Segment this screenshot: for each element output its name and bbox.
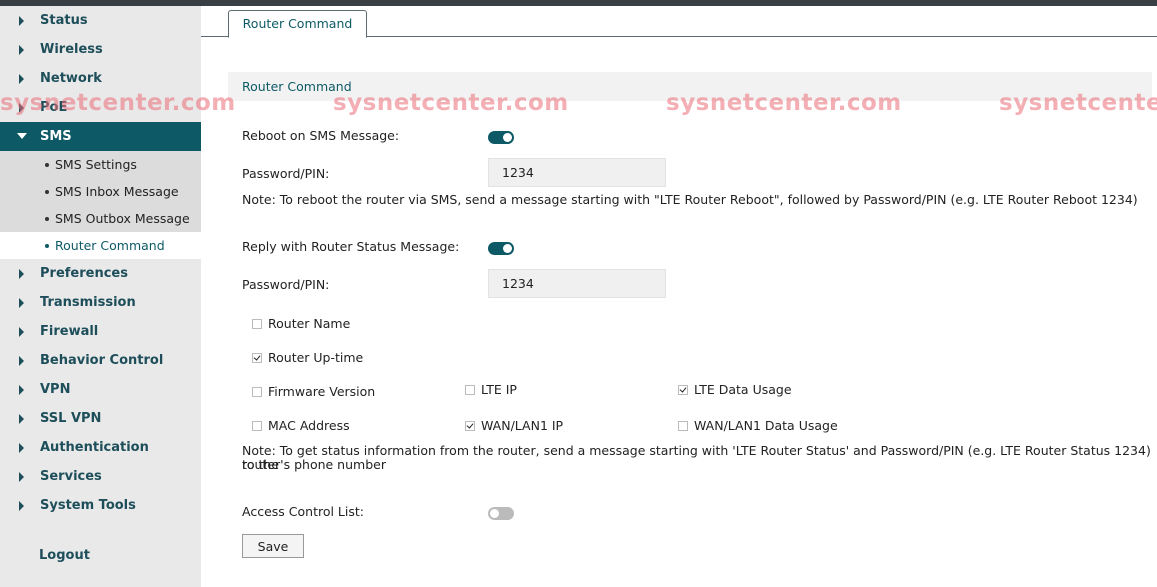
reboot-pin-label: Password/PIN: — [242, 166, 330, 181]
checkbox-label: WAN/LAN1 IP — [481, 418, 564, 433]
chevron-right-icon — [19, 356, 24, 366]
status-reply-label: Reply with Router Status Message: — [242, 239, 460, 254]
chevron-right-icon — [19, 269, 24, 279]
tab-bar: Router Command — [201, 6, 1157, 38]
sidebar-subitem-label: SMS Outbox Message — [55, 211, 190, 226]
checkbox-unchecked-icon — [252, 420, 262, 431]
chevron-right-icon — [19, 74, 24, 84]
chevron-right-icon — [19, 443, 24, 453]
wan-lan1-ip-checkbox[interactable]: WAN/LAN1 IP — [465, 418, 563, 433]
status-pin-label: Password/PIN: — [242, 277, 330, 292]
acl-label: Access Control List: — [242, 504, 364, 519]
sidebar-item-label: PoE — [40, 100, 68, 115]
reboot-pin-input[interactable] — [488, 158, 666, 187]
sidebar-subitem-label: Router Command — [55, 238, 165, 253]
router-uptime-checkbox[interactable]: Router Up-time — [252, 350, 363, 365]
checkbox-label: LTE Data Usage — [694, 382, 792, 397]
save-button[interactable]: Save — [242, 534, 304, 558]
chevron-right-icon — [19, 103, 24, 113]
section-title: Router Command — [228, 72, 1152, 101]
status-reply-toggle[interactable] — [488, 242, 514, 255]
sidebar-item-firewall[interactable]: Firewall — [0, 317, 201, 346]
checkbox-label: MAC Address — [268, 418, 350, 433]
sidebar-item-services[interactable]: Services — [0, 462, 201, 491]
toggle-knob — [503, 244, 512, 253]
sidebar-item-status[interactable]: Status — [0, 6, 201, 35]
sidebar-item-label: VPN — [40, 382, 71, 397]
sidebar-item-label: Authentication — [40, 440, 149, 455]
bullet-icon — [45, 217, 49, 221]
chevron-right-icon — [19, 16, 24, 26]
sidebar-item-ssl-vpn[interactable]: SSL VPN — [0, 404, 201, 433]
checkbox-unchecked-icon — [678, 420, 688, 431]
sidebar-item-transmission[interactable]: Transmission — [0, 288, 201, 317]
sidebar-item-label: Transmission — [40, 295, 136, 310]
chevron-right-icon — [19, 298, 24, 308]
status-note-line2: router's phone number — [242, 457, 386, 472]
sidebar-item-system-tools[interactable]: System Tools — [0, 491, 201, 520]
sidebar-subitem-sms-outbox[interactable]: SMS Outbox Message — [0, 205, 201, 232]
sidebar-item-label: SMS — [40, 129, 72, 144]
chevron-right-icon — [19, 414, 24, 424]
sidebar-item-label: Wireless — [40, 42, 103, 57]
sidebar-item-label: Preferences — [40, 266, 128, 281]
sidebar-subitem-label: SMS Inbox Message — [55, 184, 179, 199]
sidebar-item-wireless[interactable]: Wireless — [0, 35, 201, 64]
reboot-sms-label: Reboot on SMS Message: — [242, 128, 400, 143]
toggle-knob — [490, 509, 499, 518]
firmware-version-checkbox[interactable]: Firmware Version — [252, 384, 375, 399]
checkbox-unchecked-icon — [252, 386, 262, 397]
sidebar-subitem-label: SMS Settings — [55, 157, 137, 172]
checkbox-unchecked-icon — [252, 318, 262, 329]
chevron-down-icon — [17, 133, 27, 139]
tab-router-command[interactable]: Router Command — [228, 10, 367, 38]
checkbox-label: WAN/LAN1 Data Usage — [694, 418, 838, 433]
logout-link[interactable]: Logout — [39, 548, 90, 563]
sidebar-item-network[interactable]: Network — [0, 64, 201, 93]
sidebar-item-label: Status — [40, 13, 88, 28]
checkbox-label: Router Name — [268, 316, 351, 331]
sidebar-item-sms[interactable]: SMS — [0, 122, 201, 151]
sidebar-item-vpn[interactable]: VPN — [0, 375, 201, 404]
lte-data-usage-checkbox[interactable]: LTE Data Usage — [678, 382, 792, 397]
sidebar-subitem-sms-inbox[interactable]: SMS Inbox Message — [0, 178, 201, 205]
checkbox-unchecked-icon — [465, 384, 475, 395]
sidebar-item-poe[interactable]: PoE — [0, 93, 201, 122]
sidebar-item-label: System Tools — [40, 498, 136, 513]
chevron-right-icon — [19, 327, 24, 337]
sidebar-item-authentication[interactable]: Authentication — [0, 433, 201, 462]
router-name-checkbox[interactable]: Router Name — [252, 316, 350, 331]
toggle-knob — [503, 133, 512, 142]
reboot-note: Note: To reboot the router via SMS, send… — [242, 192, 1138, 207]
checkbox-checked-icon — [465, 420, 475, 431]
sidebar-item-label: Behavior Control — [40, 353, 164, 368]
sidebar-item-label: Services — [40, 469, 102, 484]
sidebar-subitem-router-command[interactable]: Router Command — [0, 232, 201, 259]
lte-ip-checkbox[interactable]: LTE IP — [465, 382, 517, 397]
status-pin-input[interactable] — [488, 269, 666, 298]
sidebar-subitem-sms-settings[interactable]: SMS Settings — [0, 151, 201, 178]
acl-toggle[interactable] — [488, 507, 514, 520]
checkbox-checked-icon — [252, 352, 262, 363]
chevron-right-icon — [19, 45, 24, 55]
wan-lan1-data-usage-checkbox[interactable]: WAN/LAN1 Data Usage — [678, 418, 838, 433]
sidebar-item-preferences[interactable]: Preferences — [0, 259, 201, 288]
reboot-sms-toggle[interactable] — [488, 131, 514, 144]
sidebar-item-label: SSL VPN — [40, 411, 102, 426]
chevron-right-icon — [19, 385, 24, 395]
mac-address-checkbox[interactable]: MAC Address — [252, 418, 350, 433]
bullet-icon — [45, 163, 49, 167]
checkbox-label: Router Up-time — [268, 350, 364, 365]
checkbox-label: LTE IP — [481, 382, 517, 397]
checkbox-label: Firmware Version — [268, 384, 376, 399]
sidebar-item-behavior-control[interactable]: Behavior Control — [0, 346, 201, 375]
bullet-icon — [45, 244, 49, 248]
chevron-right-icon — [19, 472, 24, 482]
sidebar-item-label: Firewall — [40, 324, 99, 339]
chevron-right-icon — [19, 501, 24, 511]
bullet-icon — [45, 190, 49, 194]
sidebar-item-label: Network — [40, 71, 102, 86]
checkbox-checked-icon — [678, 384, 688, 395]
sidebar: Status Wireless Network PoE SMS SMS Sett… — [0, 6, 201, 587]
